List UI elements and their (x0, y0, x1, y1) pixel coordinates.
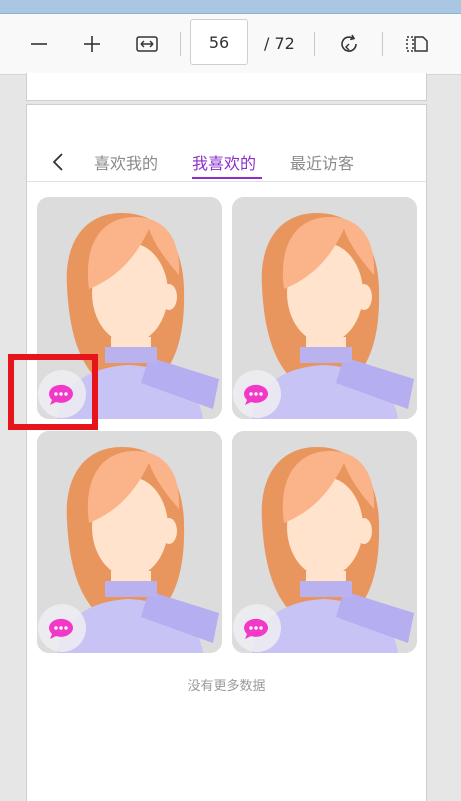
chat-bubble-icon (233, 370, 281, 418)
page-view-icon (406, 36, 428, 52)
tab-likes-me[interactable]: 喜欢我的 (94, 150, 158, 174)
back-button[interactable] (49, 151, 69, 173)
chat-button[interactable] (232, 603, 282, 653)
red-highlight-box (8, 354, 98, 430)
profile-card[interactable] (232, 197, 417, 419)
toolbar-separator (382, 32, 383, 56)
zoom-in-button[interactable] (76, 28, 108, 60)
no-more-data-text: 没有更多数据 (187, 679, 266, 694)
plus-icon (84, 36, 100, 52)
page-view-button[interactable] (401, 28, 433, 60)
pdf-toolbar: 56 / 72 (0, 14, 461, 75)
fit-width-icon (136, 36, 158, 52)
rotate-icon (341, 34, 357, 52)
page-number-value: 56 (208, 32, 230, 52)
chevron-left-icon (52, 153, 63, 171)
toolbar-separator (314, 32, 315, 56)
chat-button[interactable] (37, 603, 87, 653)
profile-card[interactable] (232, 431, 417, 653)
chat-bubble-icon (38, 604, 86, 652)
tab-bar: 喜欢我的 我喜欢的 最近访客 (27, 141, 426, 182)
toolbar-separator (180, 32, 181, 56)
previous-page-bottom (26, 73, 427, 101)
active-tab-indicator (192, 177, 262, 179)
window-top-strip (0, 0, 461, 14)
chat-bubble-icon (233, 604, 281, 652)
chat-button[interactable] (232, 369, 282, 419)
tab-recent-visitors[interactable]: 最近访客 (290, 150, 354, 174)
profile-card[interactable] (37, 431, 222, 653)
rotate-button[interactable] (333, 28, 365, 60)
tab-i-like[interactable]: 我喜欢的 (192, 150, 256, 174)
page-number-input[interactable]: 56 (190, 19, 248, 65)
pdf-page: 喜欢我的 我喜欢的 最近访客 没有更多数据 (26, 104, 427, 801)
page-total: / 72 (264, 34, 295, 53)
minus-icon (31, 43, 47, 45)
fit-width-button[interactable] (131, 28, 163, 60)
zoom-out-button[interactable] (23, 28, 55, 60)
